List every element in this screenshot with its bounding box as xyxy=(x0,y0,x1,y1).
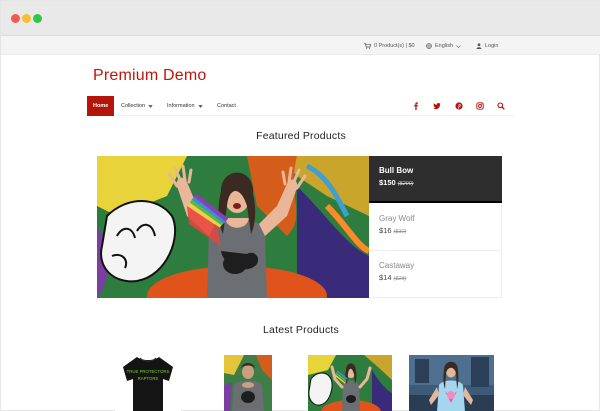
product-name: Bull Bow xyxy=(379,166,414,175)
old-price: ($32) xyxy=(393,229,407,235)
twitter-icon[interactable] xyxy=(433,102,441,110)
nav-item-label: Home xyxy=(93,103,109,109)
shirt-print-line-2: RAPTORS xyxy=(138,376,159,381)
nav-item-home[interactable]: Home xyxy=(87,96,115,116)
featured-product-bull-bow[interactable]: Bull Bow $150 ($200) xyxy=(369,156,502,203)
language-selector[interactable]: English xyxy=(426,41,461,51)
chevron-down-icon xyxy=(148,104,153,108)
globe-icon xyxy=(426,43,432,49)
pinterest-icon[interactable] xyxy=(455,102,463,110)
user-icon xyxy=(476,43,482,49)
featured-product-castaway[interactable]: Castaway $14 ($28) xyxy=(369,251,502,298)
nav-item-information[interactable]: Information xyxy=(167,96,203,116)
black-tshirt-image: TRUE PROTECTORS RAPTORS xyxy=(115,355,181,411)
latest-product-thumbnail[interactable] xyxy=(409,355,494,411)
store-top-bar: 0 Product(s) | $0 English Login xyxy=(1,36,600,55)
nav-item-contact[interactable]: Contact xyxy=(217,96,236,116)
nav-item-label: Information xyxy=(167,103,195,109)
product-price: $150 ($200) xyxy=(379,178,414,187)
store-logo[interactable]: Premium Demo xyxy=(93,67,207,85)
browser-title-bar xyxy=(1,1,600,36)
search-icon[interactable] xyxy=(497,102,505,110)
product-price: $14 ($28) xyxy=(379,273,406,282)
product-price: $16 ($32) xyxy=(379,226,406,235)
featured-products-heading: Featured Products xyxy=(256,130,346,142)
current-price: $150 xyxy=(379,178,396,187)
product-name: Gray Wolf xyxy=(379,214,415,223)
login-link[interactable]: Login xyxy=(476,41,498,51)
featured-product-image[interactable] xyxy=(97,156,369,298)
featured-product-gray-wolf[interactable]: Gray Wolf $16 ($32) xyxy=(369,204,502,251)
chevron-down-icon xyxy=(197,104,203,108)
featured-products-list: Bull Bow $150 ($200) Gray Wolf $16 ($32) C… xyxy=(369,156,502,298)
latest-product-thumbnail[interactable] xyxy=(308,355,392,411)
shirt-print-line-1: TRUE PROTECTORS xyxy=(127,369,170,374)
gray-wolf-photo xyxy=(224,355,272,411)
nav-item-label: Collection xyxy=(121,103,146,109)
latest-products-heading: Latest Products xyxy=(263,324,339,336)
nav-item-label: Contact xyxy=(217,103,236,109)
minimize-window-button[interactable] xyxy=(22,14,31,23)
maximize-window-button[interactable] xyxy=(33,14,42,23)
old-price: ($200) xyxy=(397,181,414,187)
cart-icon xyxy=(364,43,371,49)
chevron-down-icon xyxy=(456,44,461,48)
current-price: $16 xyxy=(379,226,392,235)
cart-summary: 0 Product(s) | $0 xyxy=(374,43,415,49)
old-price: ($28) xyxy=(393,276,407,282)
product-name: Castaway xyxy=(379,261,415,270)
browser-window: 0 Product(s) | $0 English Login Premium … xyxy=(0,0,600,411)
instagram-icon[interactable] xyxy=(476,102,484,110)
latest-product-thumbnail[interactable] xyxy=(224,355,272,411)
close-window-button[interactable] xyxy=(11,14,20,23)
cart-link[interactable]: 0 Product(s) | $0 xyxy=(364,41,415,51)
latest-product-thumbnail[interactable]: TRUE PROTECTORS RAPTORS xyxy=(115,355,181,411)
nav-item-collection[interactable]: Collection xyxy=(121,96,153,116)
current-price: $14 xyxy=(379,273,392,282)
main-navigation: Home Collection Information Contact xyxy=(87,96,513,116)
bull-bow-photo xyxy=(308,355,392,411)
product-photo xyxy=(97,156,369,298)
login-label: Login xyxy=(485,43,499,49)
castaway-photo xyxy=(409,355,494,411)
facebook-icon[interactable] xyxy=(412,102,420,110)
language-label: English xyxy=(435,43,454,49)
